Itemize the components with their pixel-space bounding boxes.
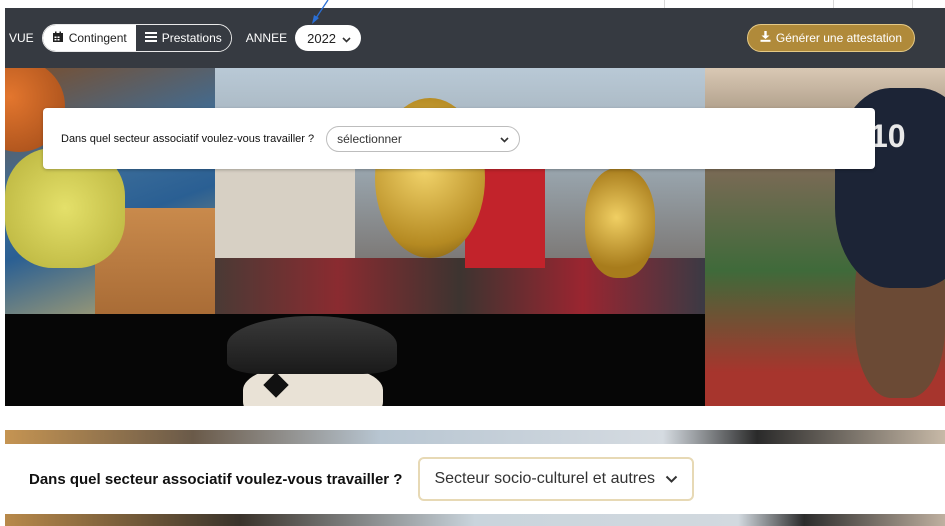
chevron-down-icon <box>500 132 509 146</box>
basketball-photo <box>5 68 215 314</box>
view-option-label: Prestations <box>161 31 222 45</box>
annee-label: ANNEE <box>245 31 288 45</box>
sector-select-value: Secteur socio-culturel et autres <box>434 470 656 487</box>
mime-photo <box>5 314 705 406</box>
view-option-label: Contingent <box>68 31 127 45</box>
jersey-number: 10 <box>870 118 906 154</box>
sector-question: Dans quel secteur associatif voulez-vous… <box>29 470 403 488</box>
sector-select[interactable]: sélectionner <box>326 125 521 152</box>
sector-question-bar: Dans quel secteur associatif voulez-vous… <box>5 444 945 514</box>
download-icon <box>760 31 771 45</box>
year-select[interactable]: 2022 <box>295 25 362 51</box>
top-strip <box>0 0 945 8</box>
list-icon <box>144 31 157 46</box>
view-option-contingent[interactable]: Contingent <box>42 25 136 51</box>
generate-attestation-label: Générer une attestation <box>775 31 902 45</box>
sector-select[interactable]: Secteur socio-culturel et autres <box>418 457 695 501</box>
year-value: 2022 <box>307 30 337 46</box>
generate-attestation-button[interactable]: Générer une attestation <box>746 24 915 52</box>
divider <box>912 0 913 8</box>
chevron-down-icon <box>342 31 351 46</box>
divider <box>664 0 665 8</box>
sector-question-card: Dans quel secteur associatif voulez-vous… <box>43 108 875 169</box>
chevron-down-icon <box>665 470 678 488</box>
view-toggle: Contingent Prestations <box>41 24 232 52</box>
vue-label: VUE <box>9 31 34 45</box>
separator <box>0 406 945 430</box>
calendar-icon <box>52 31 64 46</box>
view-option-prestations[interactable]: Prestations <box>135 25 231 51</box>
sector-question: Dans quel secteur associatif voulez-vous… <box>61 132 315 145</box>
divider <box>833 0 834 8</box>
view-toolbar: VUE Contingent Prestations ANNEE 2022 Gé… <box>5 8 945 68</box>
brass-band-photo <box>215 68 705 314</box>
photo-strip <box>5 430 945 444</box>
zoomed-sector-excerpt: Dans quel secteur associatif voulez-vous… <box>5 430 945 526</box>
photo-strip <box>5 514 945 526</box>
sector-select-value: sélectionner <box>337 131 402 146</box>
